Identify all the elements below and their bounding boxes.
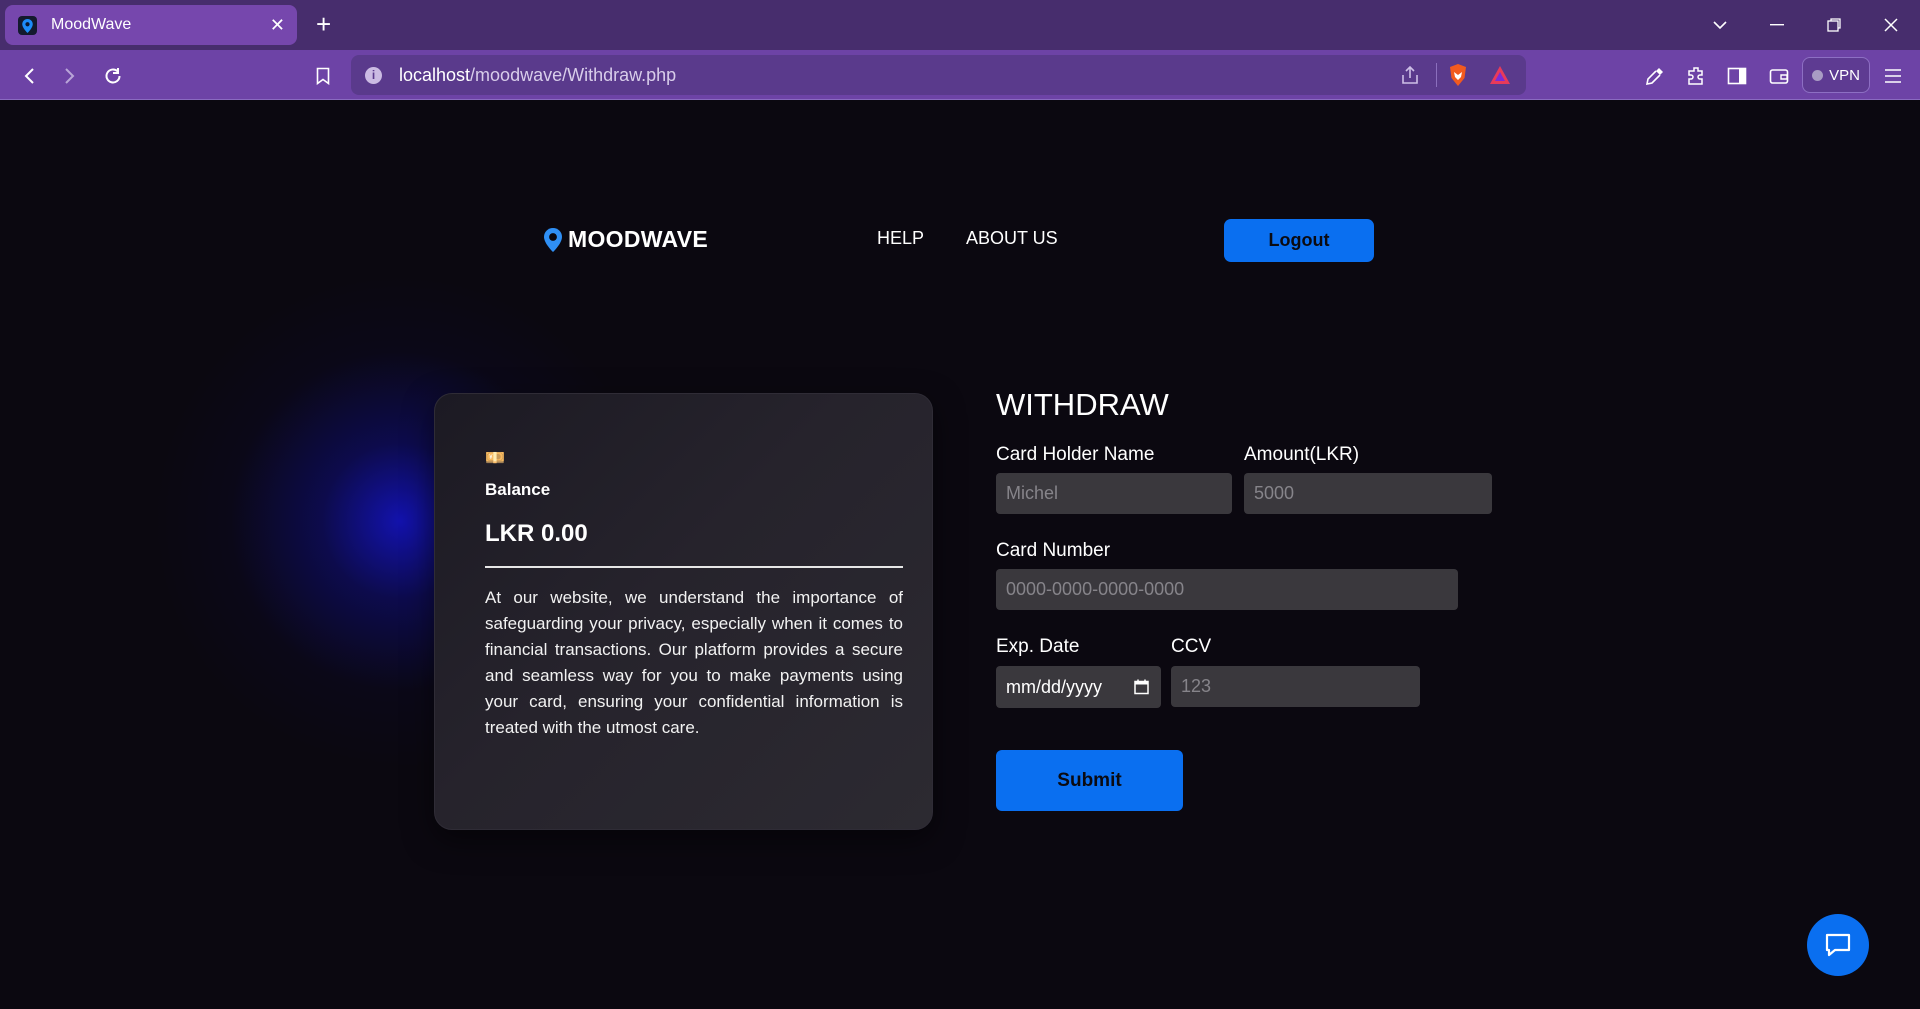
address-bar-divider [1436,63,1437,87]
extensions-icon[interactable] [1683,63,1709,89]
forward-icon[interactable] [57,63,83,89]
restore-icon[interactable] [1821,12,1847,38]
browser-toolbar: i localhost/moodwave/Withdraw.php VPN [0,50,1920,100]
brand-logo[interactable]: MOODWAVE [544,226,708,253]
wallet-icon[interactable] [1766,63,1792,89]
close-window-icon[interactable] [1878,12,1904,38]
moodwave-favicon-icon [18,16,37,35]
logout-button[interactable]: Logout [1224,219,1374,262]
tab-close-icon[interactable]: ✕ [270,15,285,35]
ccv-input[interactable] [1171,666,1420,707]
menu-icon[interactable] [1880,63,1906,89]
card-number-label: Card Number [996,540,1111,561]
nav-about-us-link[interactable]: ABOUT US [966,228,1058,249]
submit-button[interactable]: Submit [996,750,1183,811]
share-icon[interactable] [1400,65,1420,90]
exp-date-placeholder: mm/dd/yyyy [1006,677,1103,697]
url-text[interactable]: localhost/moodwave/Withdraw.php [399,65,676,86]
balance-label: Balance [485,480,551,499]
url-path: /moodwave/Withdraw.php [470,65,677,85]
minimize-icon[interactable] [1764,12,1790,38]
bookmark-icon[interactable] [310,63,336,89]
vpn-status-icon [1812,69,1824,81]
balance-card: 💴 Balance LKR 0.00 At our website, we un… [434,393,933,830]
withdraw-title: WITHDRAW [996,387,1169,422]
browser-tab-bar: MoodWave ✕ + [0,0,1920,50]
tab-title: MoodWave [51,16,132,33]
amount-label: Amount(LKR) [1244,444,1360,465]
brand-name: MOODWAVE [568,226,708,252]
brave-shields-icon[interactable] [1447,63,1469,92]
location-pin-icon [544,227,562,252]
card-holder-label: Card Holder Name [996,444,1155,465]
amount-input[interactable] [1244,473,1492,514]
card-divider [485,566,903,568]
tab-list-chevron-icon[interactable] [1707,12,1733,38]
site-info-icon[interactable]: i [365,67,382,84]
vpn-label: VPN [1829,66,1860,84]
eyedropper-icon[interactable] [1642,63,1668,89]
vpn-button[interactable]: VPN [1802,57,1870,93]
banknote-icon: 💴 [485,450,505,467]
back-icon[interactable] [16,63,42,89]
chat-widget-button[interactable] [1807,914,1869,976]
address-bar[interactable]: i localhost/moodwave/Withdraw.php [351,55,1526,95]
exp-date-input[interactable]: mm/dd/yyyy [996,666,1161,708]
card-number-input[interactable] [996,569,1458,610]
privacy-description: At our website, we understand the import… [485,588,903,737]
reload-icon[interactable] [100,63,126,89]
brave-rewards-icon[interactable] [1489,65,1511,90]
card-holder-input[interactable] [996,473,1232,514]
balance-value: LKR 0.00 [485,520,588,547]
calendar-icon[interactable] [1134,679,1149,695]
ccv-label: CCV [1171,636,1212,657]
chat-icon [1825,933,1851,957]
sidebar-icon[interactable] [1724,63,1750,89]
exp-date-label: Exp. Date [996,636,1080,657]
nav-help-link[interactable]: HELP [877,228,924,249]
url-host: localhost [399,65,471,85]
new-tab-button[interactable]: + [316,11,331,37]
browser-tab[interactable]: MoodWave ✕ [5,5,297,45]
page-content: MOODWAVE HELP ABOUT US Logout 💴 Balance … [0,101,1920,1009]
